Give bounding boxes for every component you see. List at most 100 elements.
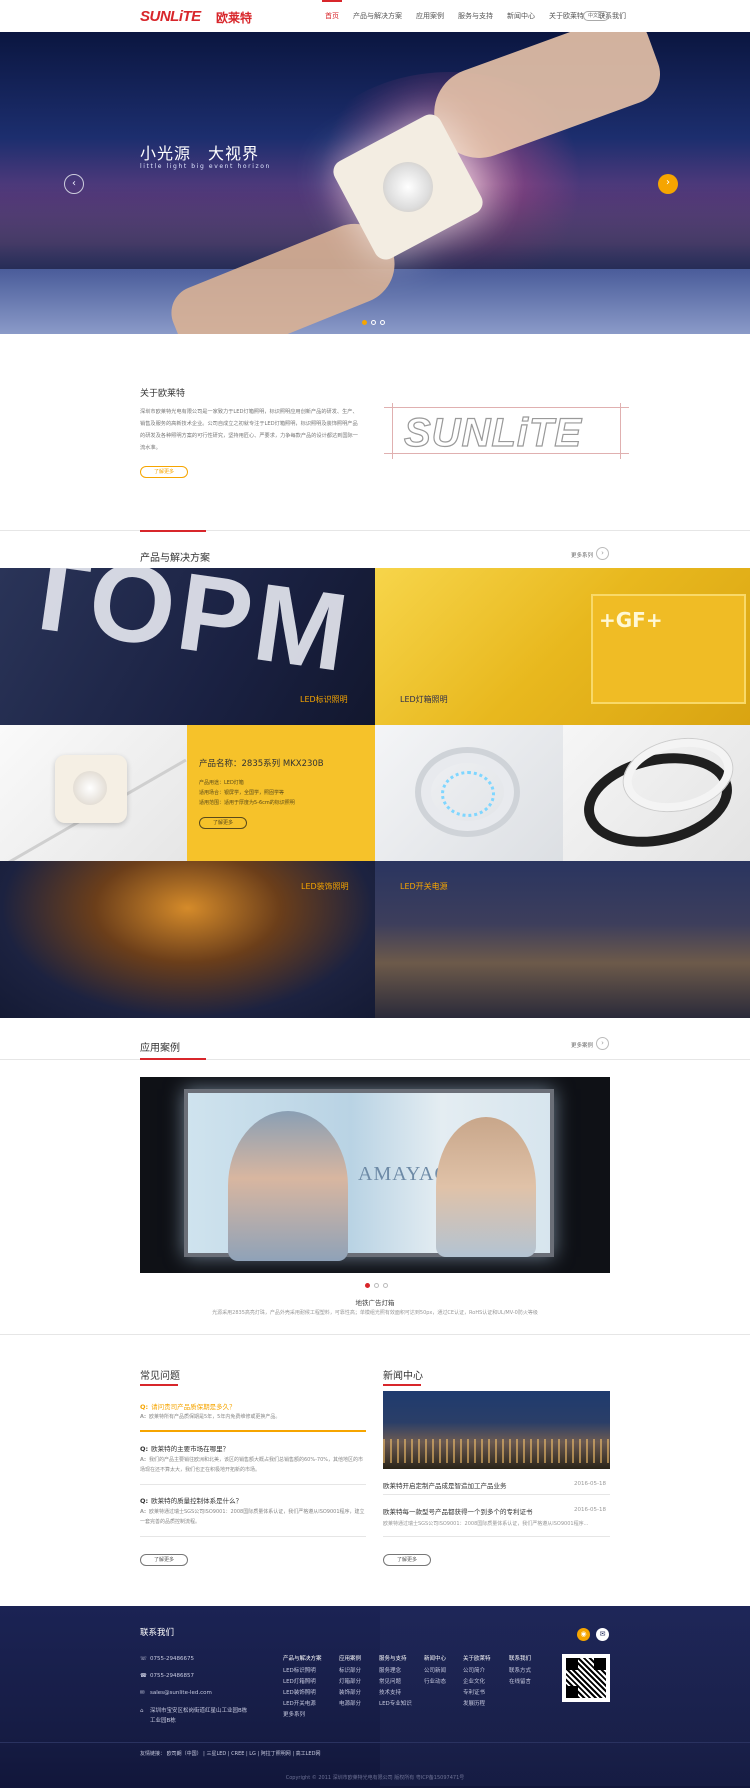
footer-link[interactable]: 企业文化 [463, 1677, 491, 1688]
fax-text: 0755-29486857 [150, 1673, 194, 1679]
case-dot[interactable] [365, 1283, 370, 1288]
footer-link[interactable]: 装饰部分 [339, 1688, 361, 1699]
footer-link[interactable]: 公司新闻 [424, 1666, 446, 1677]
footer-link[interactable]: LED标识照明 [283, 1666, 322, 1677]
footer-link[interactable]: 技术支持 [379, 1688, 412, 1699]
footer-friend-links[interactable]: 友情链接： 欧司朗（中国） | 三星LED | CREE | LG | 阿拉丁照… [140, 1750, 320, 1757]
footer-link[interactable]: 电源部分 [339, 1699, 361, 1710]
guide-line [392, 403, 393, 459]
tile-led-module-photo[interactable] [0, 725, 187, 861]
section-accent [383, 1384, 421, 1386]
footer-link[interactable]: 更多系列 [283, 1710, 322, 1721]
chevron-left-icon[interactable]: ‹ [64, 174, 84, 194]
news-item-date: 2016-05-18 [574, 1481, 606, 1487]
about-title: 关于欧莱特 [140, 389, 186, 399]
footer-link[interactable]: 在线留言 [509, 1677, 531, 1688]
tile-lightbox[interactable]: +GF+ LED灯箱照明 [375, 568, 750, 725]
section-accent [140, 530, 206, 532]
about-text: 深圳市欧莱特光电有限公司是一家致力于LED灯箱照明，标识照明应用创新产品的研发、… [140, 409, 358, 451]
phone-text: 0755-29486675 [150, 1656, 194, 1662]
faq-question[interactable]: Q: 请问贵司产品质保期是多久？ [140, 1401, 236, 1411]
case-dot[interactable] [383, 1283, 388, 1288]
footer-link[interactable]: LED灯箱照明 [283, 1677, 322, 1688]
faq-question[interactable]: Q: 欧莱特的主要市场在哪里？ [140, 1443, 229, 1453]
weibo-icon[interactable]: ◉ [577, 1628, 590, 1641]
footer-link[interactable]: 服务理念 [379, 1666, 412, 1677]
products-more-link[interactable]: 更多系列 [571, 551, 593, 559]
nav-news[interactable]: 新闻中心 [500, 0, 542, 32]
faq-question-text: 请问贵司产品质保期是多久？ [151, 1403, 236, 1411]
tile-bg-text: +GF+ [599, 608, 663, 632]
tile-led-strip-photo[interactable] [375, 725, 563, 861]
language-select[interactable]: 中文 [583, 11, 609, 21]
cases-more-link[interactable]: 更多案例 [571, 1041, 593, 1049]
footer-link[interactable]: LED装饰照明 [283, 1688, 322, 1699]
faq-question[interactable]: Q: 欧莱特的质量控制体系是什么？ [140, 1495, 242, 1505]
news-image[interactable] [383, 1391, 610, 1469]
footer-link[interactable]: 发展历程 [463, 1699, 491, 1710]
banner-pagination [362, 320, 385, 325]
tile-decor-lighting[interactable]: LED装饰照明 [0, 861, 375, 1018]
address-text: 深圳市宝安区松岗街道红星山工业园B栋 [150, 1708, 248, 1714]
nav-products[interactable]: 产品与解决方案 [346, 0, 409, 32]
chevron-right-icon[interactable]: › [596, 1037, 609, 1050]
footer-col-cases: 应用案例 标识部分 灯箱部分 装饰部分 电源部分 [339, 1654, 361, 1710]
chevron-right-icon[interactable]: › [596, 547, 609, 560]
footer-col-heading[interactable]: 产品与解决方案 [283, 1654, 322, 1662]
banner-dot[interactable] [380, 320, 385, 325]
tile-sign-lighting[interactable]: TOPM LED标识照明 [0, 568, 375, 725]
banner-title: 小光源 大视界 [140, 144, 260, 163]
footer-link[interactable]: 专利证书 [463, 1688, 491, 1699]
footer-link[interactable]: 公司简介 [463, 1666, 491, 1677]
case-caption: 地铁广告灯箱 [355, 1299, 395, 1307]
footer-email[interactable]: ✉ sales@sunlite-led.com [140, 1690, 212, 1696]
footer-link[interactable]: 标识部分 [339, 1666, 361, 1677]
tile-led-strip-photo-2[interactable] [563, 725, 750, 861]
ad-figure [228, 1111, 348, 1261]
nav-home[interactable]: 首页 [318, 0, 346, 32]
nav-cases[interactable]: 应用案例 [409, 0, 451, 32]
case-dot[interactable] [374, 1283, 379, 1288]
footer-col-heading[interactable]: 应用案例 [339, 1654, 361, 1662]
faq-question-text: 欧莱特的质量控制体系是什么？ [151, 1497, 243, 1505]
footer-col-service: 服务与支持 服务理念 常见问题 技术支持 LED专业知识 [379, 1654, 412, 1710]
strip-reel [415, 747, 520, 837]
news-more-button[interactable]: 了解更多 [383, 1554, 431, 1566]
module-body [55, 755, 127, 823]
footer-link[interactable]: LED专业知识 [379, 1699, 412, 1710]
product-more-button[interactable]: 了解更多 [199, 817, 247, 829]
case-description: 光源采用2835高亮灯珠，产品外壳采用耐候工程塑料，可靠性高；单模组光照有效面积… [212, 1310, 538, 1316]
footer-col-heading[interactable]: 关于欧莱特 [463, 1654, 491, 1662]
page: SUNLiTE 欧莱特 首页 产品与解决方案 应用案例 服务与支持 新闻中心 关… [0, 0, 750, 1788]
faq-answer-text: 我们的产品主要销往欧洲和北美，该区的销售额大概占我们总销售额的60%-70%，其… [140, 1457, 364, 1473]
footer-link[interactable]: LED开关电源 [283, 1699, 322, 1710]
faq-answer: A: 欧莱特所有产品质保期是5年，5年内免费维修或更换产品。 [140, 1414, 281, 1420]
banner-dot[interactable] [362, 320, 367, 325]
news-title: 新闻中心 [383, 1371, 423, 1382]
news-item-summary: 欧莱特通过瑞士SGS公司ISO9001：2008国际质量体系认证，我们严格遵从I… [383, 1521, 589, 1527]
brand-logo[interactable]: SUNLiTE [140, 8, 201, 25]
footer-col-heading[interactable]: 服务与支持 [379, 1654, 412, 1662]
footer-col-heading[interactable]: 联系我们 [509, 1654, 531, 1662]
feature-product-card: 产品名称：2835系列 MKX230B 产品用途：LED灯箱 适用场合：银屏学，… [187, 725, 375, 861]
tile-power-supply[interactable]: LED开关电源 [375, 861, 750, 1018]
brand-logo-cn[interactable]: 欧莱特 [216, 9, 252, 26]
faq-answer-text: 欧莱特通过瑞士SGS公司ISO9001：2008国际质量体系认证，我们严格遵从I… [140, 1509, 365, 1525]
about-more-button[interactable]: 了解更多 [140, 466, 188, 478]
wechat-icon[interactable]: ✉ [596, 1628, 609, 1641]
email-text: sales@sunlite-led.com [150, 1690, 212, 1696]
chevron-right-icon[interactable]: › [658, 174, 678, 194]
site-footer: 联系我们 ◉ ✉ ☏ 0755-29486675 ☎ 0755-29486857 ✉… [0, 1606, 750, 1788]
nav-service[interactable]: 服务与支持 [451, 0, 500, 32]
product-name: 产品名称：2835系列 MKX230B [199, 759, 324, 769]
phone-icon: ☏ [140, 1656, 147, 1662]
faq-more-button[interactable]: 了解更多 [140, 1554, 188, 1566]
case-image[interactable]: AMAYAO [140, 1077, 610, 1273]
footer-link[interactable]: 常见问题 [379, 1677, 412, 1688]
tile-label: LED装饰照明 [301, 882, 349, 891]
footer-col-heading[interactable]: 新闻中心 [424, 1654, 446, 1662]
footer-link[interactable]: 联系方式 [509, 1666, 531, 1677]
footer-link[interactable]: 行业动态 [424, 1677, 446, 1688]
footer-link[interactable]: 灯箱部分 [339, 1677, 361, 1688]
banner-dot[interactable] [371, 320, 376, 325]
